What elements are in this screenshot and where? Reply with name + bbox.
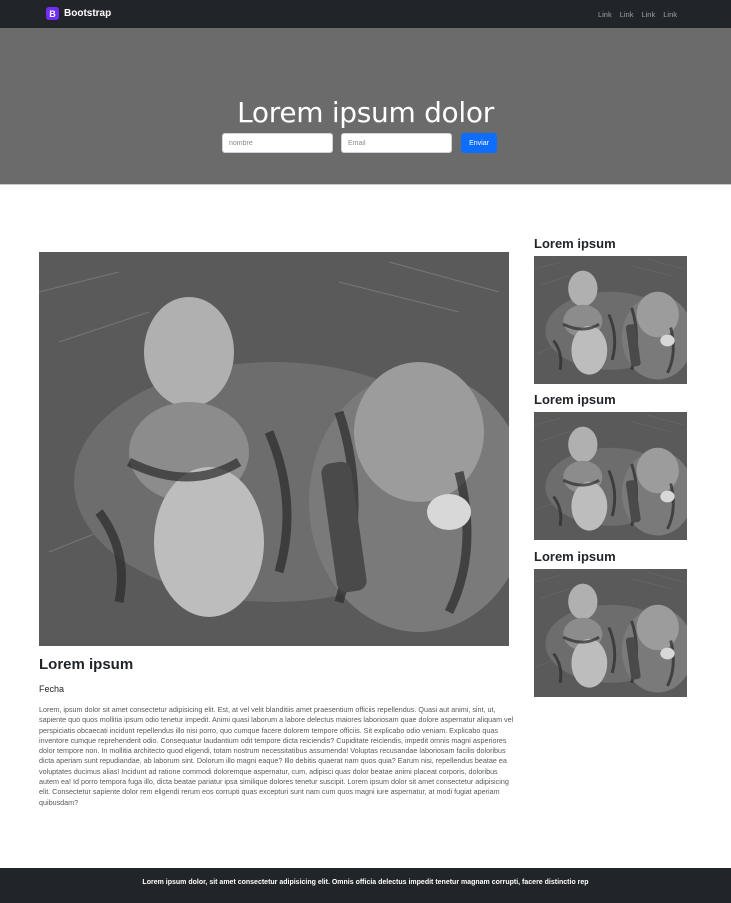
nav-link-1[interactable]: Link [598, 10, 612, 19]
footer: Lorem ipsum dolor, sit amet consectetur … [0, 868, 731, 903]
hero-form: Enviar [222, 133, 497, 153]
sidebar-cat-image [534, 256, 687, 384]
sidebar-item-title: Lorem ipsum [534, 549, 616, 564]
nav-link-3[interactable]: Link [641, 10, 655, 19]
sidebar-cat-image [534, 569, 687, 697]
brand-label: Bootstrap [64, 8, 112, 19]
main-cat-image [39, 252, 509, 646]
email-input[interactable] [341, 133, 452, 153]
navbar-brand[interactable]: B Bootstrap [46, 7, 111, 20]
footer-text: Lorem ipsum dolor, sit amet consectetur … [142, 879, 589, 886]
article-title: Lorem ipsum [39, 656, 134, 673]
hero-section: Lorem ipsum dolor Enviar [0, 28, 731, 185]
article-body: Lorem, ipsum dolor sit amet consectetur … [39, 705, 514, 807]
sidebar-item-title: Lorem ipsum [534, 392, 616, 407]
sidebar-cat-image [534, 412, 687, 540]
bootstrap-logo-icon: B [46, 7, 59, 20]
article-date: Fecha [39, 684, 65, 694]
name-input[interactable] [222, 133, 333, 153]
hero-title: Lorem ipsum dolor [237, 96, 494, 129]
nav-links: Link Link Link Link [598, 10, 677, 19]
submit-button[interactable]: Enviar [461, 133, 497, 153]
nav-link-2[interactable]: Link [620, 10, 634, 19]
sidebar-item-title: Lorem ipsum [534, 236, 616, 251]
nav-link-4[interactable]: Link [663, 10, 677, 19]
navbar: B Bootstrap Link Link Link Link [0, 0, 731, 28]
